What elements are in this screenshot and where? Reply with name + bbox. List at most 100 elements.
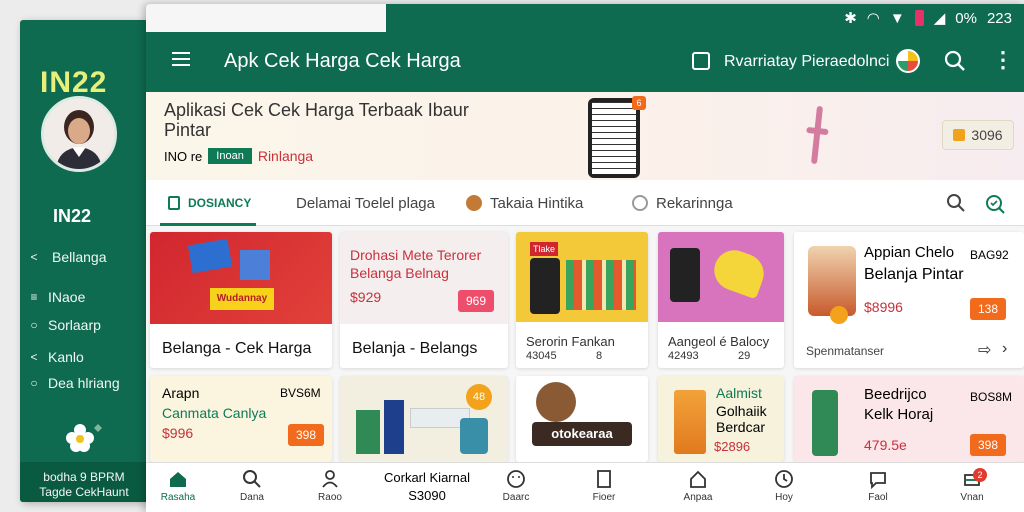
product-card[interactable]: Beedrijco BOS8M Kelk Horaj 479.5e 398 — [794, 376, 1024, 462]
nav-cart[interactable]: Daarc — [492, 469, 540, 503]
product-card[interactable]: 48 — [340, 376, 508, 462]
product-banner: otokearaa — [532, 422, 632, 446]
brand-logo-icon[interactable] — [896, 49, 920, 73]
nav-history[interactable]: Hoy — [760, 469, 808, 503]
avatar[interactable] — [41, 96, 117, 172]
product-card[interactable]: Appian Chelo BAG92 Belanja Pintar $8996 … — [794, 232, 1024, 368]
tab-takaia[interactable]: Takaia Hintika — [466, 180, 583, 226]
banner-meta: INO re Inoan Rinlanga — [164, 148, 313, 164]
drawer-item-bellanga[interactable]: < Bellanga — [20, 246, 106, 268]
screen: IN22 IN22 < Bellanga ≡ INaoe ○ Sorlaarp — [0, 0, 1024, 512]
product-card[interactable]: otokearaa — [516, 376, 648, 462]
nav-search[interactable]: Dana — [228, 469, 276, 503]
product-headline: Drohasi Mete Terorer — [350, 247, 482, 263]
product-grid: Wudannay Belanga - Cek Harga Drohasi Met… — [146, 226, 1024, 462]
product-headline: Berdcar — [716, 419, 766, 435]
nav-summary-line: S3090 — [408, 488, 446, 503]
main-window: ✱ ◠ ▼ ◢ 0% 223 Apk Cek Harga Cek Harga R… — [146, 4, 1024, 512]
chevron-right-icon[interactable]: › — [1002, 340, 1007, 358]
product-title: Aangeol é Balocy — [668, 334, 770, 349]
app-title: Apk Cek Harga Cek Harga — [224, 50, 461, 72]
product-top: Aalmist — [716, 385, 762, 401]
banner-headline: Aplikasi Cek Cek Harga Terbaak Ibaur Pin… — [164, 100, 524, 140]
price-tag[interactable]: 138 — [970, 298, 1006, 320]
menu-icon[interactable] — [172, 52, 190, 66]
bottle-shape — [812, 390, 838, 456]
drawer-item-dea-hlriang[interactable]: ○ Dea hlriang — [20, 372, 119, 394]
product-badge: 48 — [466, 384, 492, 410]
price-tag[interactable]: 398 — [288, 424, 324, 446]
more-vert-icon[interactable]: ⋮ — [992, 49, 1014, 71]
nav-home[interactable]: Rasaha — [154, 469, 202, 503]
side-drawer: IN22 IN22 < Bellanga ≡ INaoe ○ Sorlaarp — [20, 20, 148, 502]
promo-banner[interactable]: Aplikasi Cek Cek Harga Terbaak Ibaur Pin… — [146, 92, 1024, 180]
nav-label: Raoo — [318, 492, 342, 503]
nav-profile[interactable]: Raoo — [306, 469, 354, 503]
nav-label: Fioer — [592, 492, 616, 503]
drawer-footer: bodha 9 BPRM Tagde CekHaunt — [20, 462, 148, 502]
nav-label: Vnan — [960, 492, 984, 503]
tab-label: Rekarinnga — [656, 194, 733, 212]
product-headline: Belanja Pintar — [864, 266, 964, 283]
nav-orders[interactable]: Fioer — [580, 469, 628, 503]
jar-shape — [674, 390, 706, 454]
bottle-shape — [356, 410, 380, 454]
product-top: Beedrijco — [864, 386, 927, 403]
scan-search-icon[interactable] — [984, 193, 1006, 215]
product-card[interactable]: Arapn BVS6M Canmata Canlya $996 398 — [150, 376, 332, 462]
drawer-user-name: IN22 — [53, 206, 92, 226]
battery-percent: 0% — [955, 9, 977, 27]
square-icon[interactable] — [692, 52, 710, 70]
tab-dosiancy[interactable]: DOSIANCY — [159, 180, 257, 226]
price-tag[interactable]: 969 — [458, 290, 494, 312]
drawer-item-sorlaarp[interactable]: ○ Sorlaarp — [20, 314, 101, 336]
phone-badge: 6 — [632, 96, 646, 110]
banana-shape — [708, 244, 770, 300]
bottle-shape — [384, 400, 404, 454]
product-top: Appian Chelo — [864, 244, 955, 261]
burger-icon — [466, 195, 482, 211]
product-title: Serorin Fankan — [526, 334, 615, 349]
tab-label: DOSIANCY — [188, 196, 252, 210]
phone-illustration — [588, 98, 640, 178]
product-footer: Spenmatanser — [806, 344, 885, 358]
mascot-shape — [536, 382, 576, 422]
price-tag[interactable]: 398 — [970, 434, 1006, 456]
chevron-left-icon: < — [30, 250, 38, 264]
product-price: 479.5e — [864, 437, 907, 453]
box-shape — [187, 238, 233, 274]
product-card[interactable]: Tlake Serorin Fankan 43045 8 — [516, 232, 648, 368]
search-icon[interactable] — [946, 193, 966, 213]
bookmark-icon — [168, 196, 180, 210]
banner-meta-prefix: INO re — [164, 148, 203, 164]
signal-icon: ◢ — [933, 10, 946, 27]
product-price: $8996 — [864, 299, 903, 315]
product-image-label: Wudannay — [210, 288, 274, 310]
product-card[interactable]: Aalmist Golhaiik Berdcar $2896 — [658, 376, 784, 462]
nav-chat[interactable]: Faol — [854, 469, 902, 503]
product-card[interactable]: Wudannay Belanga - Cek Harga — [150, 232, 332, 368]
phone-screen — [592, 102, 636, 174]
banner-chip[interactable]: Inoan — [208, 148, 252, 164]
nav-summary-line: Corkarl Kiarnal — [384, 470, 470, 485]
nav-label: Dana — [240, 492, 264, 503]
drawer-item-inaoe[interactable]: ≡ INaoe — [20, 286, 85, 308]
phone-shape — [670, 248, 700, 302]
product-card[interactable]: Drohasi Mete Terorer Belanga Belnag $929… — [340, 232, 508, 368]
product-card[interactable]: Aangeol é Balocy 42493 29 — [658, 232, 784, 368]
account-label[interactable]: Rvarriatay Pieraedolnci — [724, 53, 889, 71]
nav-inbox[interactable]: Vnan — [948, 469, 996, 503]
tab-delamai[interactable]: Delamai Toelel plaga — [296, 180, 435, 226]
bottom-nav: Rasaha Dana Raoo Corkarl Kiarnal S3090 D… — [146, 462, 1024, 512]
banner-price[interactable]: 3096 — [942, 120, 1014, 150]
plate-icon — [632, 195, 648, 211]
notification-badge: 2 — [973, 468, 987, 482]
drawer-item-kanlo[interactable]: < Kanlo — [20, 346, 83, 368]
nav-store[interactable]: Anpaa — [674, 469, 722, 503]
search-icon[interactable] — [944, 50, 966, 72]
tab-rekarinnga[interactable]: Rekarinnga — [632, 180, 733, 226]
banner-meta-label: Rinlanga — [257, 148, 314, 164]
arrow-right-icon[interactable]: ⇨ — [978, 340, 991, 360]
house-outline-icon — [690, 470, 706, 488]
drawer-footer-line: bodha 9 BPRM — [43, 470, 125, 484]
